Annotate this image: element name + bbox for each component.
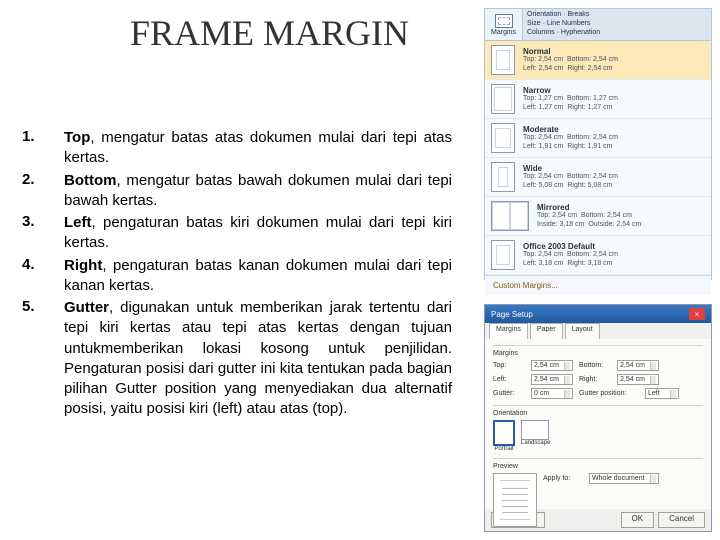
breaks-menu[interactable]: Breaks [567,11,589,18]
margin-option-moderate[interactable]: ModerateTop: 2,54 cm Bottom: 2,54 cmLeft… [485,119,711,158]
spinner-icon[interactable] [564,362,570,370]
margin-option-mirrored[interactable]: MirroredTop: 2,54 cm Bottom: 2,54 cmInsi… [485,197,711,236]
list-number: 5. [22,298,64,420]
list-text: Left, pengaturan batas kiri dokumen mula… [64,213,452,254]
spinner-icon[interactable] [650,376,656,384]
left-field[interactable]: 2,54 cm [531,374,573,385]
list-item: 5.Gutter, digunakan untuk memberikan jar… [22,298,452,420]
landscape-label: Landscape [521,440,550,446]
list-item: 4.Right, pengaturan batas kanan dokumen … [22,256,452,297]
tab-layout[interactable]: Layout [565,323,600,339]
list-number: 4. [22,256,64,297]
gutter-field[interactable]: 0 cm [531,388,573,399]
margin-icon [491,162,515,192]
margins-icon [495,14,513,28]
gutter-label: Gutter: [493,390,525,397]
margin-option-wide[interactable]: WideTop: 2,54 cm Bottom: 2,54 cmLeft: 5,… [485,158,711,197]
margin-option-office[interactable]: Office 2003 DefaultTop: 2,54 cm Bottom: … [485,236,711,275]
columns-menu[interactable]: Columns [527,29,555,36]
preview-page [493,473,537,527]
list-item: 3.Left, pengaturan batas kiri dokumen mu… [22,213,452,254]
page-setup-dialog: Page Setup × Margins Paper Layout Margin… [484,304,712,532]
margin-option-text: WideTop: 2,54 cm Bottom: 2,54 cmLeft: 5,… [523,164,705,190]
gutterpos-field[interactable]: Left [645,388,679,399]
ribbon-margins-screenshot: Margins Orientation · Breaks Size · Line… [484,8,712,280]
left-label: Left: [493,376,525,383]
orientation-menu[interactable]: Orientation [527,11,561,18]
right-field[interactable]: 2,54 cm [617,374,659,385]
margin-option-normal[interactable]: NormalTop: 2,54 cm Bottom: 2,54 cmLeft: … [485,41,711,80]
spinner-icon[interactable] [564,390,570,398]
margins-dropdown: NormalTop: 2,54 cm Bottom: 2,54 cmLeft: … [485,41,711,275]
dialog-tabs: Margins Paper Layout [485,323,711,339]
margin-icon [491,45,515,75]
chevron-down-icon[interactable] [650,475,656,483]
margin-option-text: ModerateTop: 2,54 cm Bottom: 2,54 cmLeft… [523,125,705,151]
bottom-label: Bottom: [579,362,611,369]
custom-margins-link[interactable]: Custom Margins... [485,275,711,295]
list-number: 3. [22,213,64,254]
margin-option-text: MirroredTop: 2,54 cm Bottom: 2,54 cmInsi… [537,203,705,229]
dialog-body: Margins Top: 2,54 cm Bottom: 2,54 cm Lef… [485,339,711,509]
landscape-option[interactable] [521,420,549,440]
chevron-down-icon[interactable] [670,390,676,398]
ribbon-right-menu: Orientation · Breaks Size · Line Numbers… [523,9,711,40]
tab-paper[interactable]: Paper [530,323,563,339]
section-orientation-head: Orientation [493,410,703,417]
tab-margins[interactable]: Margins [489,323,528,339]
margin-icon [491,123,515,153]
page-title: FRAME MARGIN [130,12,409,54]
margin-option-text: Office 2003 DefaultTop: 2,54 cm Bottom: … [523,242,705,268]
section-preview-head: Preview [493,463,703,470]
list-item: 1.Top, mengatur batas atas dokumen mulai… [22,128,452,169]
size-menu[interactable]: Size [527,20,541,27]
list-text: Right, pengaturan batas kanan dokumen mu… [64,256,452,297]
ok-button[interactable]: OK [621,512,655,528]
section-margins: Margins Top: 2,54 cm Bottom: 2,54 cm Lef… [493,345,703,399]
margin-option-text: NormalTop: 2,54 cm Bottom: 2,54 cmLeft: … [523,47,705,73]
list-text: Gutter, digunakan untuk memberikan jarak… [64,298,452,420]
list-text: Top, mengatur batas atas dokumen mulai d… [64,128,452,169]
margin-icon [491,201,529,231]
section-margins-head: Margins [493,350,703,357]
margins-button[interactable]: Margins [485,9,523,40]
apply-to-label: Apply to: [543,475,583,482]
spinner-icon[interactable] [564,376,570,384]
line-numbers-menu[interactable]: Line Numbers [547,20,591,27]
dialog-titlebar: Page Setup × [485,305,711,323]
list-number: 1. [22,128,64,169]
margin-icon [491,240,515,270]
margin-definitions-list: 1.Top, mengatur batas atas dokumen mulai… [22,128,452,422]
portrait-label: Portrait [493,446,515,452]
hyphenation-menu[interactable]: Hyphenation [561,29,600,36]
top-field[interactable]: 2,54 cm [531,360,573,371]
section-orientation: Orientation Portrait Landscape [493,405,703,452]
margin-option-narrow[interactable]: NarrowTop: 1,27 cm Bottom: 1,27 cmLeft: … [485,80,711,119]
top-label: Top: [493,362,525,369]
ribbon-top: Margins Orientation · Breaks Size · Line… [485,9,711,41]
list-number: 2. [22,171,64,212]
close-icon[interactable]: × [689,308,705,320]
cancel-button[interactable]: Cancel [658,512,705,528]
gutterpos-label: Gutter position: [579,390,639,397]
dialog-title-text: Page Setup [491,310,533,319]
bottom-field[interactable]: 2,54 cm [617,360,659,371]
list-text: Bottom, mengatur batas bawah dokumen mul… [64,171,452,212]
margin-icon [491,84,515,114]
margins-label: Margins [491,29,516,36]
portrait-option[interactable] [493,420,515,446]
spinner-icon[interactable] [650,362,656,370]
list-item: 2.Bottom, mengatur batas bawah dokumen m… [22,171,452,212]
margin-option-text: NarrowTop: 1,27 cm Bottom: 1,27 cmLeft: … [523,86,705,112]
right-label: Right: [579,376,611,383]
apply-to-field[interactable]: Whole document [589,473,659,484]
